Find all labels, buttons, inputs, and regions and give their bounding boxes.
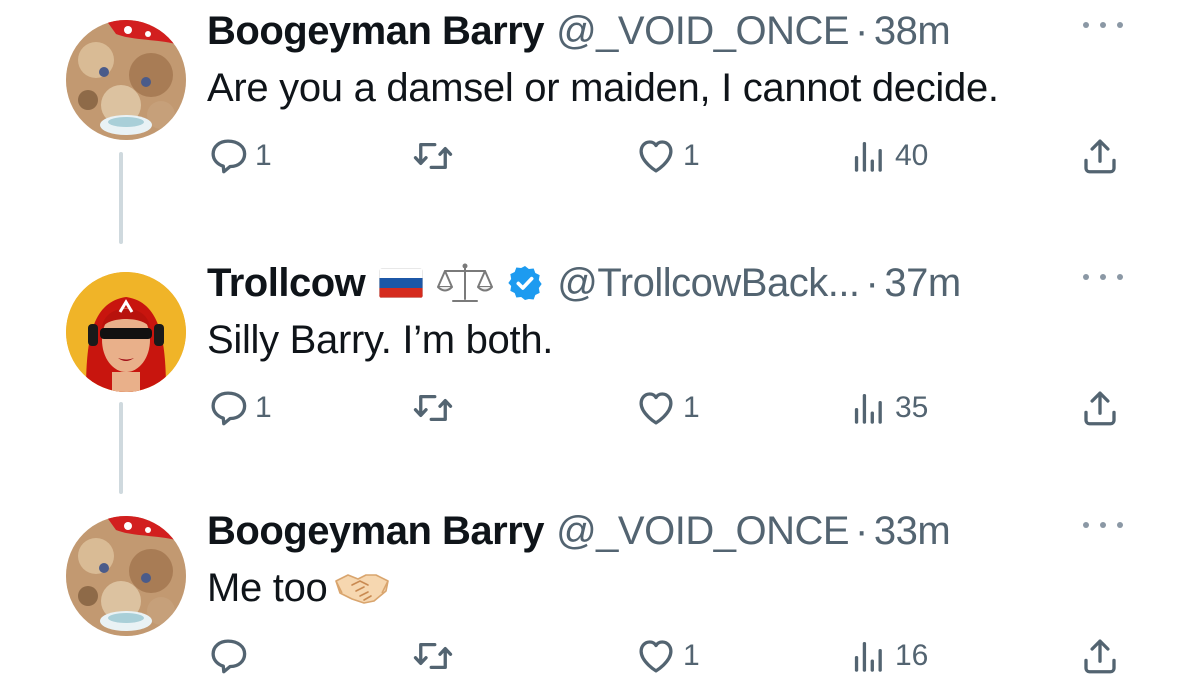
timestamp[interactable]: 38m <box>874 6 951 56</box>
reply-button[interactable]: 1 <box>207 386 272 430</box>
timestamp[interactable]: 33m <box>874 506 951 556</box>
views-chart-icon <box>847 387 889 429</box>
view-count: 35 <box>895 391 929 424</box>
retweet-button[interactable] <box>412 634 460 678</box>
retweet-icon <box>412 387 454 429</box>
like-count: 1 <box>683 391 700 424</box>
like-button[interactable]: 1 <box>635 134 700 178</box>
heart-icon <box>635 635 677 677</box>
more-options-icon[interactable] <box>1083 10 1123 40</box>
tweet-header: Boogeyman Barry @_VOID_ONCE · 33m <box>207 506 951 556</box>
view-count: 40 <box>895 139 929 172</box>
tweet-text-content: Me too <box>207 566 328 610</box>
retweet-icon <box>412 635 454 677</box>
tweet-text: Are you a damsel or maiden, I cannot dec… <box>207 66 999 110</box>
separator-dot: · <box>855 509 868 553</box>
view-count: 16 <box>895 639 929 672</box>
tweet[interactable]: Boogeyman Barry @_VOID_ONCE · 33m Me too <box>0 500 1179 699</box>
reply-button[interactable]: 1 <box>207 134 272 178</box>
reply-count: 1 <box>255 139 272 172</box>
tweet-header: Boogeyman Barry @_VOID_ONCE · 38m <box>207 6 951 56</box>
share-icon <box>1079 135 1121 177</box>
tweet[interactable]: Boogeyman Barry @_VOID_ONCE · 38m Are yo… <box>0 0 1179 200</box>
tweet-actions: 1 1 40 <box>207 134 1127 178</box>
more-options-icon[interactable] <box>1083 510 1123 540</box>
share-button[interactable] <box>1079 634 1121 678</box>
separator-dot: · <box>865 261 879 305</box>
avatar[interactable] <box>66 20 186 140</box>
separator-dot: · <box>855 9 868 53</box>
heart-icon <box>635 135 677 177</box>
balance-scale-icon <box>435 261 495 305</box>
share-icon <box>1079 387 1121 429</box>
russia-flag-icon <box>379 268 424 298</box>
reply-count: 1 <box>255 391 272 424</box>
display-name[interactable]: Boogeyman Barry <box>207 506 545 556</box>
share-button[interactable] <box>1079 386 1121 430</box>
reply-button[interactable] <box>207 634 255 678</box>
retweet-icon <box>412 135 454 177</box>
avatar[interactable] <box>66 272 186 392</box>
views-button[interactable]: 35 <box>847 386 928 430</box>
views-button[interactable]: 16 <box>847 634 928 678</box>
tweet-actions: 1 16 <box>207 634 1127 678</box>
like-count: 1 <box>683 139 700 172</box>
display-name[interactable]: Boogeyman Barry <box>207 6 545 56</box>
tweet-header: Trollcow @TrollcowBack... · 37m <box>207 258 961 308</box>
share-button[interactable] <box>1079 134 1121 178</box>
display-name[interactable]: Trollcow <box>207 258 366 308</box>
timestamp[interactable]: 37m <box>884 258 961 308</box>
conversation-thread: Boogeyman Barry @_VOID_ONCE · 38m Are yo… <box>0 0 1179 699</box>
reply-icon <box>207 387 249 429</box>
tweet-text: Silly Barry. I’m both. <box>207 318 554 362</box>
like-button[interactable]: 1 <box>635 386 700 430</box>
retweet-button[interactable] <box>412 134 460 178</box>
user-handle[interactable]: @TrollcowBack... <box>557 258 860 308</box>
tweet-text: Me too <box>207 562 390 614</box>
handshake-icon <box>334 567 390 607</box>
reply-icon <box>207 635 249 677</box>
user-handle[interactable]: @_VOID_ONCE <box>556 6 849 56</box>
verified-badge-icon[interactable] <box>505 263 545 303</box>
reply-icon <box>207 135 249 177</box>
more-options-icon[interactable] <box>1083 262 1123 292</box>
avatar[interactable] <box>66 516 186 636</box>
views-chart-icon <box>847 635 889 677</box>
retweet-button[interactable] <box>412 386 460 430</box>
like-button[interactable]: 1 <box>635 634 700 678</box>
heart-icon <box>635 387 677 429</box>
share-icon <box>1079 635 1121 677</box>
views-button[interactable]: 40 <box>847 134 928 178</box>
views-chart-icon <box>847 135 889 177</box>
like-count: 1 <box>683 639 700 672</box>
tweet-actions: 1 1 35 <box>207 386 1127 430</box>
tweet[interactable]: Trollcow @TrollcowBack... · 37m Silly Ba… <box>0 252 1179 452</box>
user-handle[interactable]: @_VOID_ONCE <box>556 506 849 556</box>
